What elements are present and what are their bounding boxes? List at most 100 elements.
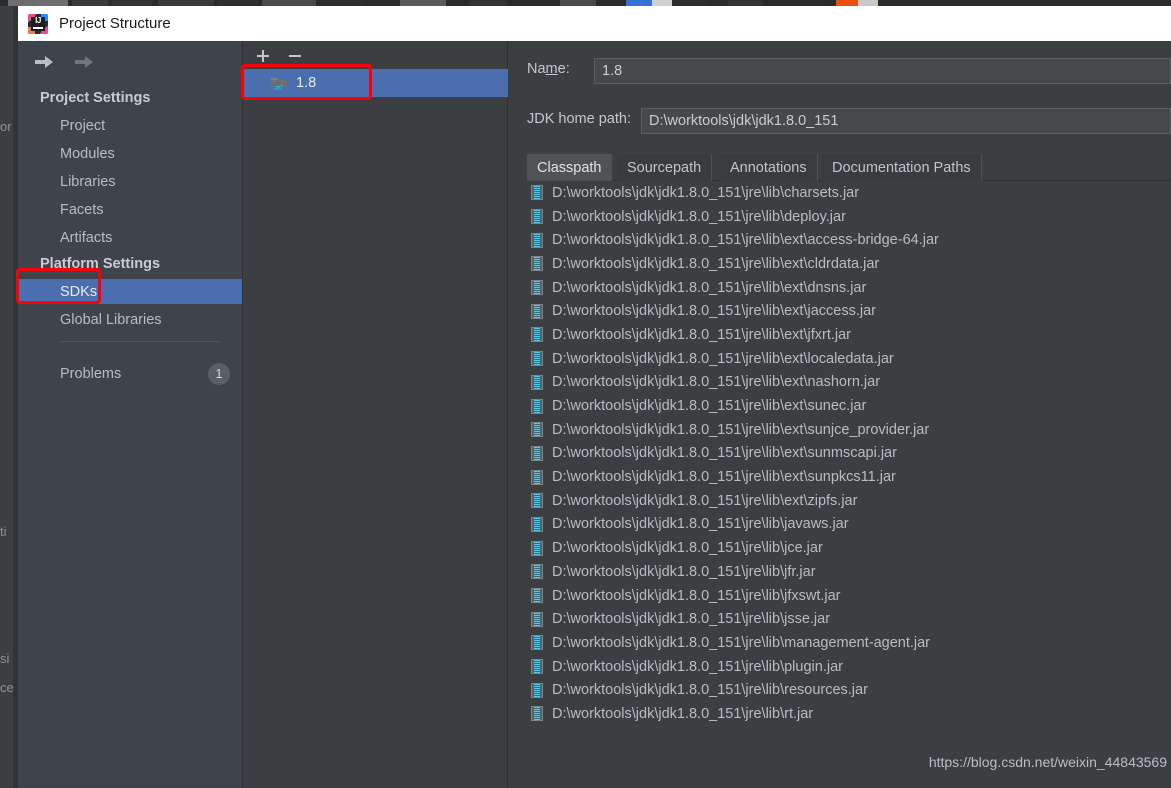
sidebar-item-project[interactable]: Project — [18, 113, 242, 138]
jar-file-icon — [531, 185, 543, 201]
classpath-entry-path: D:\worktools\jdk\jdk1.8.0_151\jre\lib\de… — [552, 208, 846, 225]
sidebar-item-problems[interactable]: Problems 1 — [18, 361, 242, 386]
classpath-entry-row[interactable]: D:\worktools\jdk\jdk1.8.0_151\jre\lib\ma… — [527, 631, 1171, 655]
jar-file-icon — [531, 303, 543, 319]
classpath-entry-list[interactable]: D:\worktools\jdk\jdk1.8.0_151\jre\lib\ch… — [527, 181, 1171, 781]
jar-file-icon — [531, 588, 543, 604]
classpath-entry-row[interactable]: D:\worktools\jdk\jdk1.8.0_151\jre\lib\ex… — [527, 299, 1171, 323]
sdk-item-label: 1.8 — [296, 75, 317, 91]
background-ide-sliver: or ti si ce — [0, 6, 13, 788]
jar-file-icon — [531, 706, 543, 722]
jar-file-icon — [531, 209, 543, 225]
sdk-list-item-1-8[interactable]: 1.8 — [243, 69, 509, 97]
sidebar-item-facets[interactable]: Facets — [18, 197, 242, 222]
sidebar-item-label: Problems — [60, 365, 122, 382]
sidebar-heading-platform-settings: Platform Settings — [40, 255, 161, 272]
sidebar-item-label: Project — [60, 117, 106, 134]
classpath-entry-row[interactable]: D:\worktools\jdk\jdk1.8.0_151\jre\lib\ex… — [527, 276, 1171, 300]
watermark-text: https://blog.csdn.net/weixin_44843569 — [928, 754, 1167, 770]
tab-label: Classpath — [537, 159, 602, 176]
add-sdk-button[interactable] — [253, 46, 273, 66]
jar-file-icon — [531, 540, 543, 556]
classpath-entry-path: D:\worktools\jdk\jdk1.8.0_151\jre\lib\pl… — [552, 658, 843, 675]
sidebar-item-libraries[interactable]: Libraries — [18, 169, 242, 194]
sidebar-item-label: Artifacts — [60, 229, 113, 246]
tab-classpath[interactable]: Classpath — [527, 154, 613, 181]
jar-file-icon — [531, 611, 543, 627]
dialog-body: Project Settings Project Modules Librari… — [18, 41, 1171, 788]
sidebar-item-global-libraries[interactable]: Global Libraries — [18, 307, 242, 332]
dialog-titlebar: IJ Project Structure — [18, 6, 1171, 41]
sidebar-item-label: Modules — [60, 145, 115, 162]
classpath-entry-row[interactable]: D:\worktools\jdk\jdk1.8.0_151\jre\lib\js… — [527, 607, 1171, 631]
classpath-entry-path: D:\worktools\jdk\jdk1.8.0_151\jre\lib\ex… — [552, 374, 881, 391]
classpath-entry-path: D:\worktools\jdk\jdk1.8.0_151\jre\lib\ex… — [552, 232, 939, 249]
classpath-entry-path: D:\worktools\jdk\jdk1.8.0_151\jre\lib\js… — [552, 611, 831, 628]
classpath-entry-path: D:\worktools\jdk\jdk1.8.0_151\jre\lib\jf… — [552, 587, 841, 604]
jar-file-icon — [531, 682, 543, 698]
jar-file-icon — [531, 469, 543, 485]
classpath-entry-row[interactable]: D:\worktools\jdk\jdk1.8.0_151\jre\lib\ex… — [527, 394, 1171, 418]
classpath-entry-row[interactable]: D:\worktools\jdk\jdk1.8.0_151\jre\lib\ch… — [527, 181, 1171, 205]
classpath-entry-row[interactable]: D:\worktools\jdk\jdk1.8.0_151\jre\lib\re… — [527, 678, 1171, 702]
classpath-entry-row[interactable]: D:\worktools\jdk\jdk1.8.0_151\jre\lib\ex… — [527, 347, 1171, 371]
forward-arrow-icon[interactable] — [70, 51, 98, 73]
classpath-entry-row[interactable]: D:\worktools\jdk\jdk1.8.0_151\jre\lib\ex… — [527, 489, 1171, 513]
classpath-entry-row[interactable]: D:\worktools\jdk\jdk1.8.0_151\jre\lib\ex… — [527, 371, 1171, 395]
back-arrow-icon[interactable] — [30, 51, 58, 73]
jdk-home-label: JDK home path: — [527, 111, 631, 127]
sdk-list-toolbar — [243, 41, 509, 69]
sidebar-item-label: Libraries — [60, 173, 116, 190]
tab-documentation-paths[interactable]: Documentation Paths — [822, 154, 982, 181]
detail-tabstrip: Classpath Sourcepath Annotations Documen… — [527, 154, 1171, 181]
classpath-entry-path: D:\worktools\jdk\jdk1.8.0_151\jre\lib\rt… — [552, 705, 814, 722]
classpath-entry-row[interactable]: D:\worktools\jdk\jdk1.8.0_151\jre\lib\ex… — [527, 418, 1171, 442]
tab-annotations[interactable]: Annotations — [720, 154, 818, 181]
sidebar-item-label: SDKs — [60, 283, 98, 300]
classpath-entry-row[interactable]: D:\worktools\jdk\jdk1.8.0_151\jre\lib\ex… — [527, 465, 1171, 489]
jar-file-icon — [531, 232, 543, 248]
classpath-entry-row[interactable]: D:\worktools\jdk\jdk1.8.0_151\jre\lib\ex… — [527, 442, 1171, 466]
classpath-entry-path: D:\worktools\jdk\jdk1.8.0_151\jre\lib\jf… — [552, 563, 816, 580]
sidebar-nav-buttons — [18, 45, 242, 79]
classpath-entry-path: D:\worktools\jdk\jdk1.8.0_151\jre\lib\ex… — [552, 279, 867, 296]
classpath-entry-row[interactable]: D:\worktools\jdk\jdk1.8.0_151\jre\lib\jc… — [527, 536, 1171, 560]
classpath-entry-row[interactable]: D:\worktools\jdk\jdk1.8.0_151\jre\lib\de… — [527, 205, 1171, 229]
jdk-home-input[interactable]: D:\worktools\jdk\jdk1.8.0_151 — [641, 108, 1171, 134]
classpath-entry-row[interactable]: D:\worktools\jdk\jdk1.8.0_151\jre\lib\rt… — [527, 702, 1171, 726]
jar-file-icon — [531, 445, 543, 461]
jar-file-icon — [531, 256, 543, 272]
classpath-entry-path: D:\worktools\jdk\jdk1.8.0_151\jre\lib\jc… — [552, 540, 823, 557]
sdk-detail-panel: Name: 1.8 JDK home path: D:\worktools\jd… — [508, 41, 1171, 788]
jar-file-icon — [531, 659, 543, 675]
classpath-entry-path: D:\worktools\jdk\jdk1.8.0_151\jre\lib\ex… — [552, 350, 894, 367]
jar-file-icon — [531, 635, 543, 651]
classpath-entry-row[interactable]: D:\worktools\jdk\jdk1.8.0_151\jre\lib\jf… — [527, 560, 1171, 584]
classpath-entry-row[interactable]: D:\worktools\jdk\jdk1.8.0_151\jre\lib\ja… — [527, 513, 1171, 537]
classpath-entry-row[interactable]: D:\worktools\jdk\jdk1.8.0_151\jre\lib\ex… — [527, 228, 1171, 252]
bg-fragment-2: ti — [0, 524, 7, 539]
jar-file-icon — [531, 327, 543, 343]
jar-file-icon — [531, 493, 543, 509]
sidebar-item-artifacts[interactable]: Artifacts — [18, 225, 242, 250]
tab-sourcepath[interactable]: Sourcepath — [617, 154, 713, 181]
dialog-title: Project Structure — [59, 15, 171, 32]
classpath-entry-row[interactable]: D:\worktools\jdk\jdk1.8.0_151\jre\lib\jf… — [527, 584, 1171, 608]
sidebar-item-label: Global Libraries — [60, 311, 162, 328]
classpath-entry-row[interactable]: D:\worktools\jdk\jdk1.8.0_151\jre\lib\pl… — [527, 655, 1171, 679]
sidebar-item-modules[interactable]: Modules — [18, 141, 242, 166]
remove-sdk-button[interactable] — [285, 46, 305, 66]
name-input[interactable]: 1.8 — [594, 58, 1171, 84]
intellij-idea-logo-icon: IJ — [28, 13, 48, 34]
logo-text: IJ — [35, 15, 41, 25]
name-field-label: Name: — [527, 61, 570, 77]
name-input-value: 1.8 — [602, 63, 623, 79]
tab-label: Documentation Paths — [832, 159, 971, 176]
classpath-entry-row[interactable]: D:\worktools\jdk\jdk1.8.0_151\jre\lib\ex… — [527, 323, 1171, 347]
jdk-home-value: D:\worktools\jdk\jdk1.8.0_151 — [649, 113, 839, 129]
settings-sidebar: Project Settings Project Modules Librari… — [18, 41, 242, 788]
classpath-entry-path: D:\worktools\jdk\jdk1.8.0_151\jre\lib\ex… — [552, 421, 930, 438]
classpath-entry-row[interactable]: D:\worktools\jdk\jdk1.8.0_151\jre\lib\ex… — [527, 252, 1171, 276]
classpath-entry-path: D:\worktools\jdk\jdk1.8.0_151\jre\lib\ex… — [552, 326, 851, 343]
sidebar-item-sdks[interactable]: SDKs — [18, 279, 242, 304]
